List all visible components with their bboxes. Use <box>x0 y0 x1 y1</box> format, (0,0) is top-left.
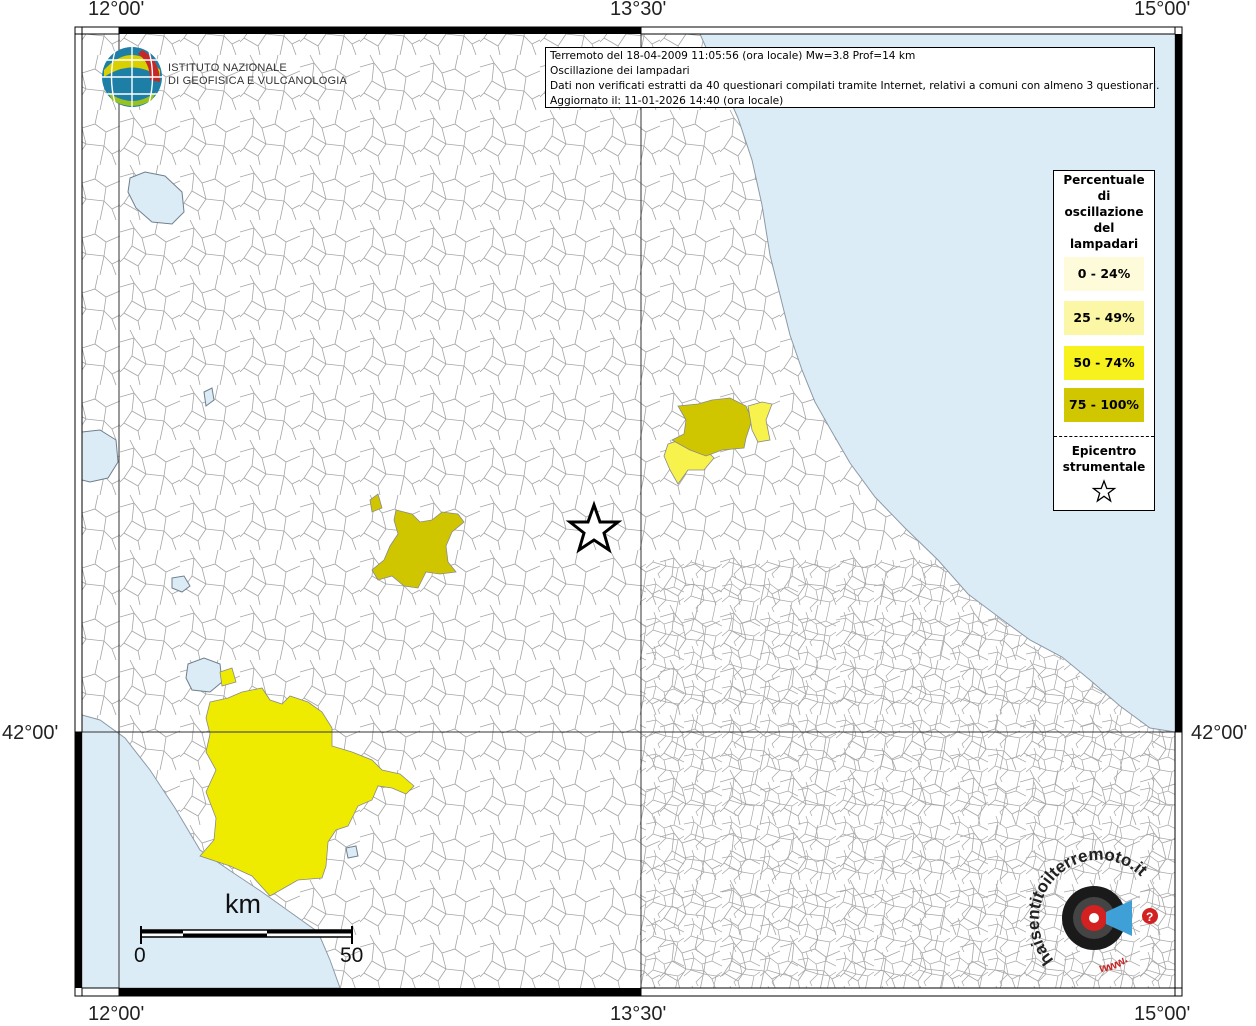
coord-left-42: 42°00' <box>2 722 59 744</box>
svg-text:?: ? <box>1146 910 1153 924</box>
ingv-globe-icon <box>102 47 162 107</box>
legend-epicenter-line: strumentale <box>1062 460 1146 474</box>
ingv-logo-line1: ISTITUTO NAZIONALE <box>168 62 287 74</box>
ingv-logo-text: ISTITUTO NAZIONALE DI GEOFISICA E VULCAN… <box>168 62 347 88</box>
legend-epicenter-line: Epicentro <box>1071 444 1137 458</box>
coord-top-12: 12°00' <box>88 0 145 20</box>
scale-start: 0 <box>134 944 146 967</box>
legend-title-line: di <box>1097 189 1111 203</box>
map-canvas: ? haisentitoilterremoto.it www. <box>74 26 1183 997</box>
legend-star-icon <box>1091 479 1117 503</box>
coord-top-13-30: 13°30' <box>610 0 667 20</box>
legend-title-line: del <box>1093 221 1115 235</box>
lake-bracciano <box>185 657 223 693</box>
legend-class-50-74: 50 - 74% <box>1064 346 1144 380</box>
event-info-box: Terremoto del 18-04-2009 11:05:56 (ora l… <box>545 47 1160 108</box>
event-info-line2: Oscillazione dei lampadari <box>550 65 690 77</box>
legend: Percentuale di oscillazione del lampadar… <box>1053 170 1155 511</box>
legend-epicenter-label: Epicentro strumentale <box>1054 443 1154 475</box>
coord-right-42: 42°00' <box>1191 722 1248 744</box>
ingv-logo-line2: DI GEOFISICA E VULCANOLOGIA <box>168 75 347 87</box>
coord-bottom-12: 12°00' <box>88 1003 145 1025</box>
event-info-line1: Terremoto del 18-04-2009 11:05:56 (ora l… <box>550 50 916 62</box>
legend-title-line: lampadari <box>1069 237 1139 251</box>
event-info-line3: Dati non verificati estratti da 40 quest… <box>550 80 1160 92</box>
event-info-line4: Aggiornato il: 11-01-2026 14:40 (ora loc… <box>550 95 784 107</box>
legend-title: Percentuale di oscillazione del lampadar… <box>1054 172 1154 252</box>
scale-unit: km <box>225 889 261 919</box>
legend-class-25-49: 25 - 49% <box>1064 301 1144 335</box>
legend-class-75-100: 75 - 100% <box>1064 388 1144 422</box>
legend-divider <box>1054 436 1154 437</box>
legend-title-line: oscillazione <box>1064 205 1144 219</box>
legend-class-0-24: 0 - 24% <box>1064 257 1144 291</box>
coord-top-15: 15°00' <box>1134 0 1191 20</box>
lake-albano <box>345 845 359 859</box>
coord-bottom-15: 15°00' <box>1134 1003 1191 1025</box>
scale-end: 50 <box>340 944 364 967</box>
coord-bottom-13-30: 13°30' <box>610 1003 667 1025</box>
legend-title-line: Percentuale <box>1063 173 1145 187</box>
